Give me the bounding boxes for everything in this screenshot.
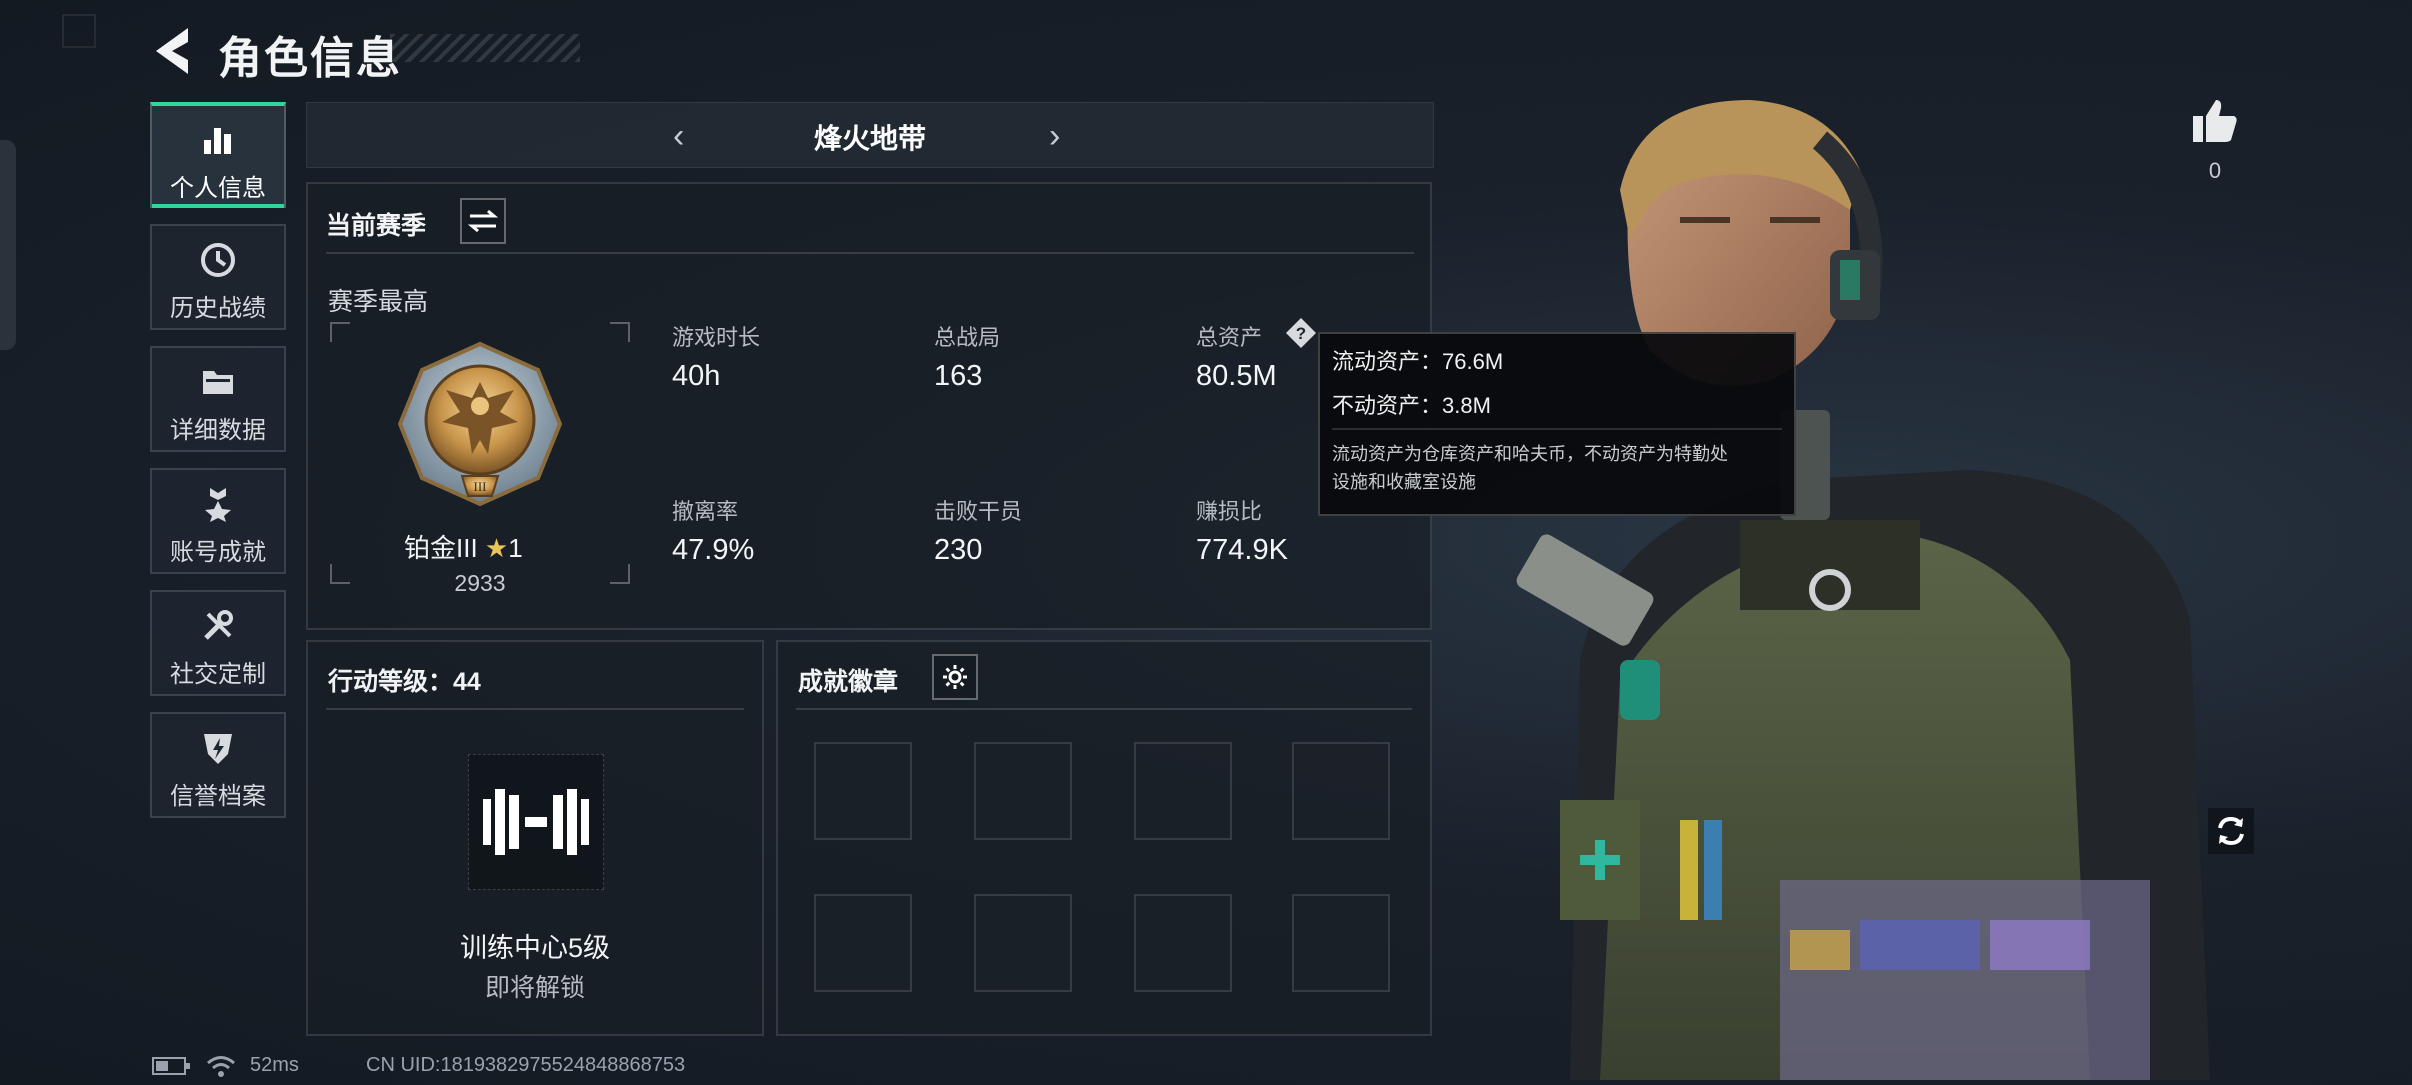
section-divider [326,252,1414,254]
wifi-icon [206,1054,236,1078]
badge-slot[interactable] [1134,742,1232,840]
badge-slot[interactable] [1292,894,1390,992]
back-arrow-icon[interactable] [150,24,194,78]
tooltip-divider [1332,428,1782,430]
nav-item-personal-info[interactable]: 个人信息 [150,102,286,208]
badge-slot[interactable] [974,742,1072,840]
frame-corner [610,322,630,342]
tooltip-note-line2: 设施和收藏室设施 [1332,472,1476,492]
stat-label: 总资产 [1196,325,1263,350]
assets-tooltip: 流动资产：76.6M 不动资产：3.8M 流动资产为仓库资产和哈夫币，不动资产为… [1318,332,1796,516]
achievement-star-icon [198,484,238,524]
battery-icon [152,1056,192,1076]
next-mode-arrow-icon[interactable]: › [1049,117,1060,156]
page-title: 角色信息 [218,34,402,83]
nav-label: 个人信息 [170,175,266,202]
rank-stars: 1 [508,533,523,563]
nav-label: 历史战绩 [170,295,266,322]
side-edge-tab [0,140,16,350]
bar-chart-icon [198,120,238,160]
action-level-panel: 行动等级：44 训练中心5级 即将解锁 [306,640,764,1036]
liquid-assets: 流动资产：76.6M [1332,349,1504,374]
help-question-icon[interactable]: ? [1284,316,1318,350]
title-decoration [390,34,580,62]
stat-label: 赚损比 [1196,499,1263,524]
reputation-shield-icon [198,728,238,768]
stat-value: 774.9K [1196,534,1288,566]
section-divider [326,708,744,710]
section-divider [796,708,1412,710]
like-count: 0 [2208,158,2222,183]
star-icon: ★ [484,533,509,563]
folder-icon [198,362,238,402]
operator-character-image [1450,100,2250,1080]
training-center-icon [468,754,604,890]
unlock-status: 即将解锁 [484,974,585,1002]
nav-label: 信誉档案 [170,783,266,810]
rotate-view-icon[interactable] [2208,808,2254,854]
tools-icon [198,606,238,646]
stat-value: 40h [672,360,721,392]
rank-name-row: 铂金III ★1 [404,528,523,565]
uid-text: CN UID:1819382975524848868753 [366,1054,686,1076]
badge-slot[interactable] [814,894,912,992]
badge-slot[interactable] [814,742,912,840]
unlock-name: 训练中心5级 [459,933,611,963]
stat-value: 80.5M [1196,360,1277,392]
stat-value: 47.9% [672,534,755,566]
stat-value: 163 [934,360,983,392]
nav-label: 账号成就 [170,539,266,566]
frame-corner [330,322,350,342]
ping-value: 52ms [250,1054,299,1076]
stat-label: 击败干员 [934,499,1023,524]
season-switch-button[interactable] [460,198,506,244]
mode-title: 烽火地带 [813,123,926,154]
history-clock-icon [198,240,238,280]
nav-item-achievements[interactable]: 账号成就 [150,468,286,574]
nav-label: 详细数据 [170,417,266,444]
nav-label: 社交定制 [170,661,266,688]
rank-name: 铂金III [404,533,478,563]
rank-eagle-badge-icon: III [392,336,568,512]
badges-title: 成就徽章 [798,668,899,696]
stat-label: 撤离率 [672,499,739,524]
badge-slot[interactable] [1292,742,1390,840]
stat-label: 游戏时长 [672,325,761,350]
thumbs-up-icon[interactable] [2190,96,2240,146]
action-level-title: 行动等级：44 [328,668,481,696]
badge-slot[interactable] [1134,894,1232,992]
nav-item-detailed-data[interactable]: 详细数据 [150,346,286,452]
nav-item-social-custom[interactable]: 社交定制 [150,590,286,696]
corner-frame [62,14,96,48]
fixed-assets: 不动资产：3.8M [1332,393,1491,418]
gear-icon [943,665,967,689]
svg-text:III: III [474,479,487,494]
season-best-label: 赛季最高 [328,288,429,316]
badge-slot[interactable] [974,894,1072,992]
season-panel: 当前赛季 赛季最高 III 铂金III ★1 2933 游戏时长 40h 总战局… [306,182,1432,630]
nav-item-reputation[interactable]: 信誉档案 [150,712,286,818]
svg-text:?: ? [1296,324,1306,343]
stat-label: 总战局 [934,325,1001,350]
stat-value: 230 [934,534,983,566]
nav-item-history[interactable]: 历史战绩 [150,224,286,330]
badges-panel: 成就徽章 [776,640,1432,1036]
swap-arrows-icon [468,209,498,233]
badge-settings-button[interactable] [932,654,978,700]
rank-score: 2933 [454,570,506,596]
mode-selector: ‹ 烽火地带 › [306,102,1434,168]
tooltip-note-line1: 流动资产为仓库资产和哈夫币，不动资产为特勤处 [1332,444,1728,464]
season-title: 当前赛季 [326,212,427,240]
